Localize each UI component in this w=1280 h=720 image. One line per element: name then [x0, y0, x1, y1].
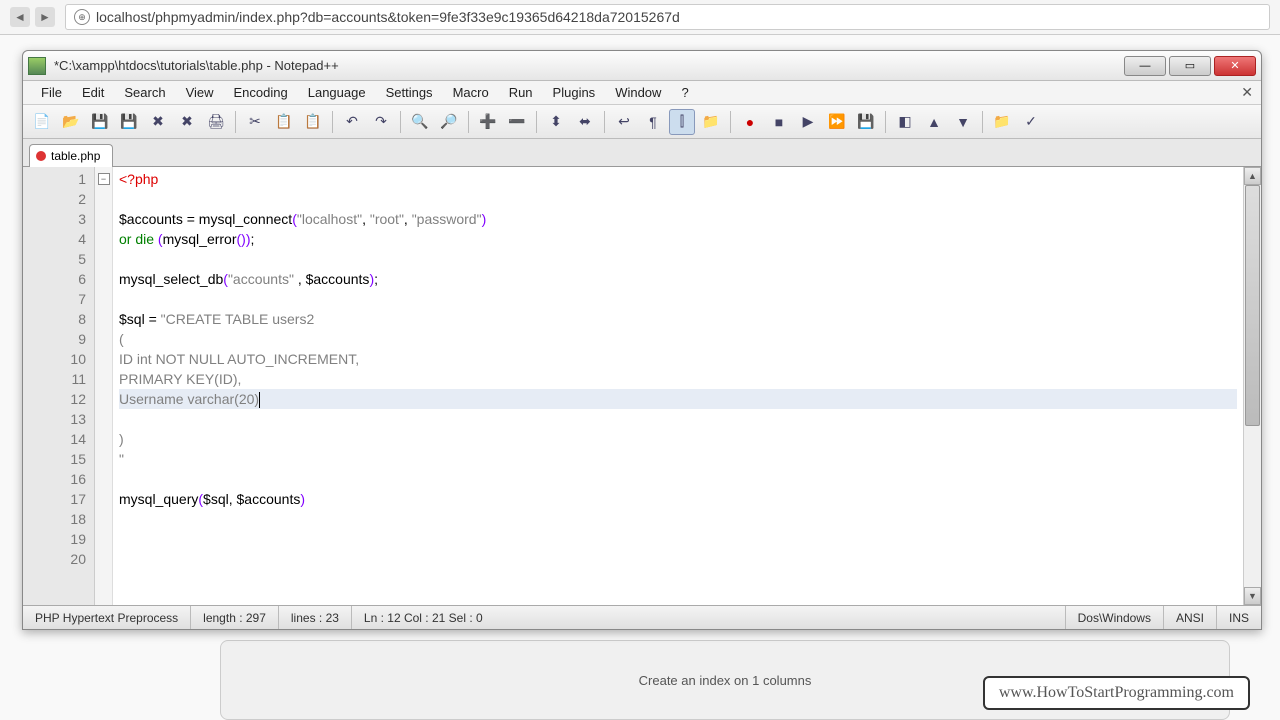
find-icon[interactable]: 🔍	[407, 109, 433, 135]
close-file-icon[interactable]: ✖	[145, 109, 171, 135]
notepadpp-window: *C:\xampp\htdocs\tutorials\table.php - N…	[22, 50, 1262, 630]
browser-nav: ◄ ►	[10, 7, 55, 27]
menubar: File Edit Search View Encoding Language …	[23, 81, 1261, 105]
print-icon[interactable]: 🖨	[203, 109, 229, 135]
copy-icon[interactable]: 📋	[271, 109, 297, 135]
save-macro-icon[interactable]: 💾	[853, 109, 879, 135]
url-input[interactable]: ⊕ localhost/phpmyadmin/index.php?db=acco…	[65, 4, 1270, 30]
window-controls: — ▭ ✕	[1124, 56, 1256, 76]
code-area[interactable]: <?php $accounts = mysql_connect("localho…	[113, 167, 1243, 605]
fold-toggle-icon[interactable]: −	[98, 173, 110, 185]
status-lines: lines : 23	[279, 606, 352, 629]
tabbar: table.php	[23, 139, 1261, 167]
url-text: localhost/phpmyadmin/index.php?db=accoun…	[96, 9, 680, 25]
zoom-out-icon[interactable]: ➖	[504, 109, 530, 135]
scroll-up-icon[interactable]: ▲	[1244, 167, 1261, 185]
save-all-icon[interactable]: 💾	[116, 109, 142, 135]
status-mode: INS	[1217, 606, 1261, 629]
redo-icon[interactable]: ↷	[368, 109, 394, 135]
indent-guide-icon[interactable]: ⫿	[669, 109, 695, 135]
modified-dot-icon	[36, 151, 46, 161]
replace-icon[interactable]: 🔎	[436, 109, 462, 135]
status-position: Ln : 12 Col : 21 Sel : 0	[352, 606, 1066, 629]
forward-button[interactable]: ►	[35, 7, 55, 27]
menu-edit[interactable]: Edit	[72, 82, 114, 103]
paste-icon[interactable]: 📋	[300, 109, 326, 135]
menu-run[interactable]: Run	[499, 82, 543, 103]
menu-encoding[interactable]: Encoding	[224, 82, 298, 103]
misc-icon-3[interactable]: ▼	[950, 109, 976, 135]
statusbar: PHP Hypertext Preprocess length : 297 li…	[23, 605, 1261, 629]
wordwrap-icon[interactable]: ↩	[611, 109, 637, 135]
misc-icon-2[interactable]: ▲	[921, 109, 947, 135]
tab-label: table.php	[51, 149, 100, 163]
menu-close-icon[interactable]: ✕	[1241, 84, 1253, 101]
status-language: PHP Hypertext Preprocess	[23, 606, 191, 629]
open-file-icon[interactable]: 📂	[58, 109, 84, 135]
misc-icon-1[interactable]: ◧	[892, 109, 918, 135]
new-file-icon[interactable]: 📄	[29, 109, 55, 135]
toolbar: 📄 📂 💾 💾 ✖ ✖ 🖨 ✂ 📋 📋 ↶ ↷ 🔍 🔎 ➕ ➖ ⬍ ⬌ ↩ ¶ …	[23, 105, 1261, 139]
vertical-scrollbar[interactable]: ▲ ▼	[1243, 167, 1261, 605]
create-index-text: Create an index on 1 columns	[639, 673, 812, 688]
browser-address-bar: ◄ ► ⊕ localhost/phpmyadmin/index.php?db=…	[0, 0, 1280, 35]
back-button[interactable]: ◄	[10, 7, 30, 27]
scroll-track[interactable]	[1244, 185, 1261, 587]
php-open-tag: <?php	[119, 171, 158, 187]
window-title: *C:\xampp\htdocs\tutorials\table.php - N…	[54, 58, 1124, 73]
menu-window[interactable]: Window	[605, 82, 671, 103]
undo-icon[interactable]: ↶	[339, 109, 365, 135]
menu-view[interactable]: View	[176, 82, 224, 103]
menu-settings[interactable]: Settings	[376, 82, 443, 103]
menu-macro[interactable]: Macro	[443, 82, 499, 103]
minimize-button[interactable]: —	[1124, 56, 1166, 76]
sync-v-icon[interactable]: ⬍	[543, 109, 569, 135]
close-button[interactable]: ✕	[1214, 56, 1256, 76]
maximize-button[interactable]: ▭	[1169, 56, 1211, 76]
menu-search[interactable]: Search	[114, 82, 175, 103]
menu-language[interactable]: Language	[298, 82, 376, 103]
record-icon[interactable]: ●	[737, 109, 763, 135]
status-length: length : 297	[191, 606, 279, 629]
stop-icon[interactable]: ■	[766, 109, 792, 135]
play-icon[interactable]: ▶	[795, 109, 821, 135]
save-icon[interactable]: 💾	[87, 109, 113, 135]
tab-table-php[interactable]: table.php	[29, 144, 113, 167]
titlebar[interactable]: *C:\xampp\htdocs\tutorials\table.php - N…	[23, 51, 1261, 81]
watermark: www.HowToStartProgramming.com	[983, 676, 1250, 710]
menu-help[interactable]: ?	[671, 82, 698, 103]
text-cursor	[259, 392, 260, 408]
fold-column: −	[95, 167, 113, 605]
allchars-icon[interactable]: ¶	[640, 109, 666, 135]
play-multi-icon[interactable]: ⏩	[824, 109, 850, 135]
cut-icon[interactable]: ✂	[242, 109, 268, 135]
editor[interactable]: 1234567891011121314151617181920 − <?php …	[23, 167, 1261, 605]
close-all-icon[interactable]: ✖	[174, 109, 200, 135]
misc-icon-4[interactable]: 📁	[989, 109, 1015, 135]
scroll-thumb[interactable]	[1245, 185, 1260, 426]
globe-icon: ⊕	[74, 9, 90, 25]
zoom-in-icon[interactable]: ➕	[475, 109, 501, 135]
sync-h-icon[interactable]: ⬌	[572, 109, 598, 135]
scroll-down-icon[interactable]: ▼	[1244, 587, 1261, 605]
menu-file[interactable]: File	[31, 82, 72, 103]
line-numbers: 1234567891011121314151617181920	[23, 167, 95, 605]
menu-plugins[interactable]: Plugins	[543, 82, 606, 103]
status-eol: Dos\Windows	[1066, 606, 1164, 629]
userlang-icon[interactable]: 📁	[698, 109, 724, 135]
status-encoding: ANSI	[1164, 606, 1217, 629]
app-icon	[28, 57, 46, 75]
misc-icon-5[interactable]: ✓	[1018, 109, 1044, 135]
current-line: Username varchar(20)	[119, 389, 1237, 409]
